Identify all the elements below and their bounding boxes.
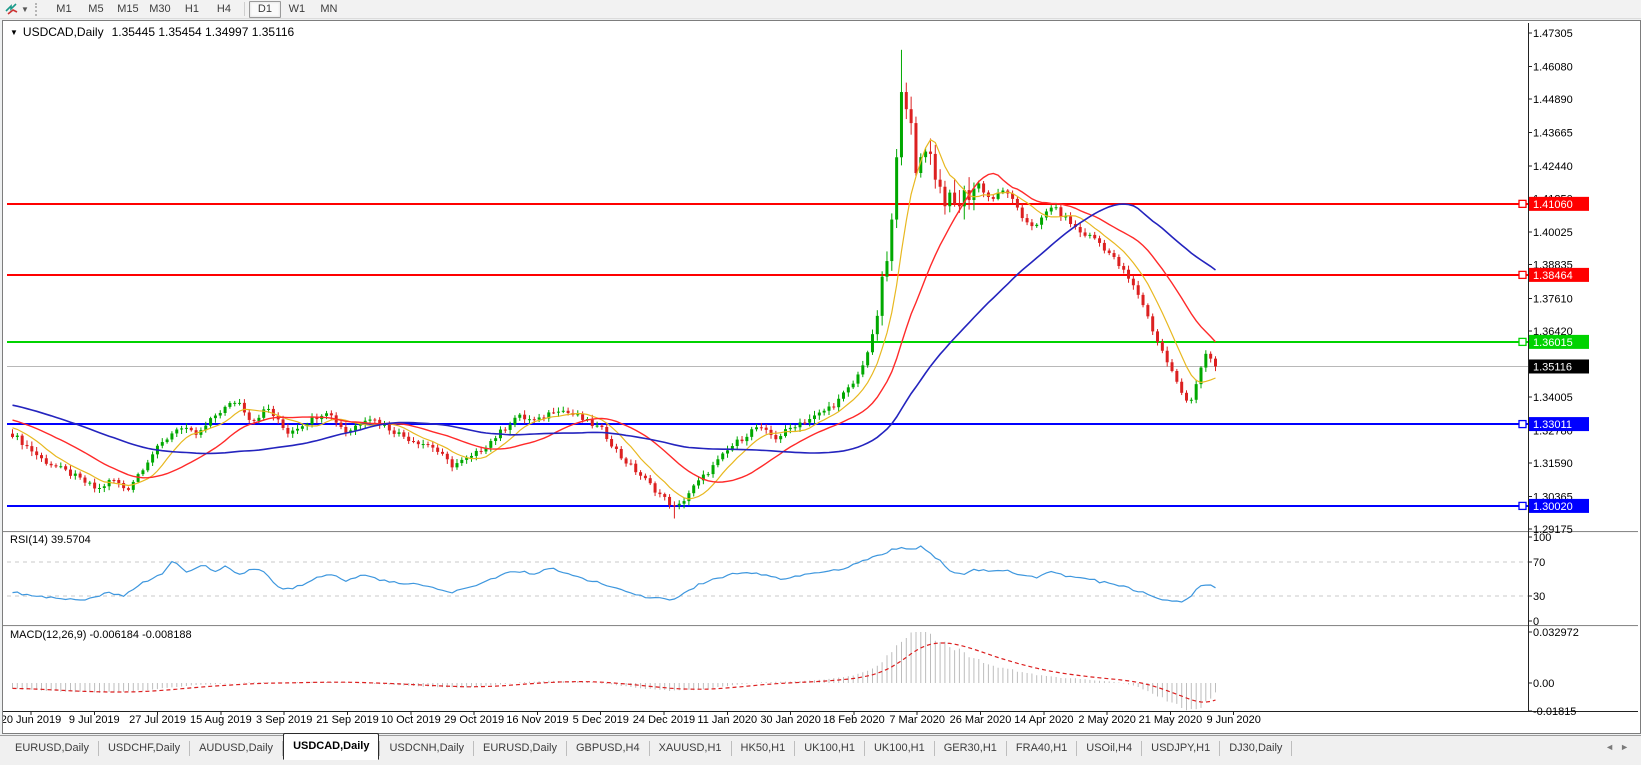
chart-canvas[interactable]: 1.473051.460801.448901.436651.424401.412… (3, 21, 1638, 731)
svg-text:70: 70 (1533, 557, 1545, 569)
tab-scroll-arrows: ◄► (1605, 742, 1635, 752)
tab-scroll-left-icon[interactable]: ◄ (1605, 742, 1620, 752)
svg-text:18 Feb 2020: 18 Feb 2020 (823, 714, 885, 726)
tab-eurusd-daily[interactable]: EURUSD,Daily (6, 737, 98, 759)
tab-usoil-h4[interactable]: USOil,H4 (1077, 737, 1141, 759)
svg-text:1.30020: 1.30020 (1533, 501, 1573, 513)
svg-text:11 Jan 2020: 11 Jan 2020 (697, 714, 757, 726)
timeframe-button-M30[interactable]: M30 (144, 1, 176, 18)
svg-text:1.44890: 1.44890 (1533, 94, 1573, 106)
svg-text:-0.01815: -0.01815 (1533, 706, 1576, 718)
rsi-indicator-label: RSI(14) 39.5704 (10, 534, 91, 546)
svg-text:1.41060: 1.41060 (1533, 199, 1573, 211)
svg-text:30: 30 (1533, 591, 1545, 603)
svg-text:21 May 2020: 21 May 2020 (1139, 714, 1203, 726)
svg-text:1.38464: 1.38464 (1533, 270, 1573, 282)
tab-xauusd-h1[interactable]: XAUUSD,H1 (650, 737, 731, 759)
svg-text:10 Oct 2019: 10 Oct 2019 (381, 714, 441, 726)
svg-text:1.42440: 1.42440 (1533, 161, 1573, 173)
toolbar-grip[interactable] (34, 2, 42, 16)
svg-text:15 Aug 2019: 15 Aug 2019 (190, 714, 252, 726)
chart-tabs: EURUSD,Daily USDCHF,Daily AUDUSD,Daily USDC… (0, 733, 1293, 760)
svg-text:1.46080: 1.46080 (1533, 62, 1573, 74)
svg-text:24 Dec 2019: 24 Dec 2019 (633, 714, 695, 726)
svg-text:3 Sep 2019: 3 Sep 2019 (256, 714, 312, 726)
tab-ger30-h1[interactable]: GER30,H1 (935, 737, 1006, 759)
svg-text:20 Jun 2019: 20 Jun 2019 (3, 714, 61, 726)
tab-audusd-daily[interactable]: AUDUSD,Daily (190, 737, 282, 759)
timeframe-button-W1[interactable]: W1 (281, 1, 313, 18)
svg-text:29 Oct 2019: 29 Oct 2019 (444, 714, 504, 726)
toolbar-separator (243, 2, 245, 16)
timeframe-button-M5[interactable]: M5 (80, 1, 112, 18)
svg-text:1.47305: 1.47305 (1533, 28, 1573, 40)
svg-text:27 Jul 2019: 27 Jul 2019 (129, 714, 186, 726)
timeframe-button-group: M1 M5 M15 M30 H1 H4 D1 W1 MN (48, 0, 345, 18)
chart-title: ▼ USDCAD,Daily 1.35445 1.35454 1.34997 1.3… (10, 25, 294, 39)
svg-text:1.34005: 1.34005 (1533, 392, 1573, 404)
svg-text:26 Mar 2020: 26 Mar 2020 (950, 714, 1012, 726)
svg-text:1.43665: 1.43665 (1533, 128, 1573, 140)
chart-tab-bar: EURUSD,Daily USDCHF,Daily AUDUSD,Daily USDC… (0, 733, 1641, 763)
svg-text:16 Nov 2019: 16 Nov 2019 (506, 714, 568, 726)
dropdown-arrow-icon[interactable]: ▼ (21, 5, 29, 14)
svg-text:21 Sep 2019: 21 Sep 2019 (316, 714, 378, 726)
tab-scroll-right-icon[interactable]: ► (1620, 742, 1635, 752)
tab-fra40-h1[interactable]: FRA40,H1 (1007, 737, 1076, 759)
tab-dj30-daily[interactable]: DJ30,Daily (1220, 737, 1291, 759)
svg-text:2 May 2020: 2 May 2020 (1078, 714, 1135, 726)
top-toolbar: ▼ M1 M5 M15 M30 H1 H4 D1 W1 MN (0, 0, 1641, 19)
chart-ohlc-values: 1.35445 1.35454 1.34997 1.35116 (111, 25, 295, 39)
svg-text:9 Jun 2020: 9 Jun 2020 (1206, 714, 1260, 726)
svg-text:7 Mar 2020: 7 Mar 2020 (889, 714, 945, 726)
timeframe-button-M1[interactable]: M1 (48, 1, 80, 18)
svg-text:9 Jul 2019: 9 Jul 2019 (69, 714, 120, 726)
svg-text:30 Jan 2020: 30 Jan 2020 (760, 714, 821, 726)
tab-usdchf-daily[interactable]: USDCHF,Daily (99, 737, 189, 759)
tab-usdjpy-h1[interactable]: USDJPY,H1 (1142, 737, 1219, 759)
timeframe-button-D1[interactable]: D1 (248, 0, 281, 18)
timeframe-button-M15[interactable]: M15 (112, 1, 144, 18)
svg-text:1.40025: 1.40025 (1533, 227, 1573, 239)
svg-text:1.36015: 1.36015 (1533, 337, 1573, 349)
svg-text:0.00: 0.00 (1533, 678, 1554, 690)
svg-text:1.35116: 1.35116 (1533, 361, 1572, 373)
timeframe-button-MN[interactable]: MN (313, 1, 345, 18)
tab-usdcnh-daily[interactable]: USDCNH,Daily (380, 737, 473, 759)
svg-text:1.31590: 1.31590 (1533, 458, 1573, 470)
tab-gbpusd-h4[interactable]: GBPUSD,H4 (567, 737, 649, 759)
timeframe-button-H4[interactable]: H4 (208, 1, 240, 18)
timeframe-button-H1[interactable]: H1 (176, 1, 208, 18)
charts-toolbar-icon[interactable] (3, 2, 21, 16)
tab-separator (1291, 740, 1293, 756)
svg-text:5 Dec 2019: 5 Dec 2019 (573, 714, 629, 726)
svg-text:100: 100 (1533, 532, 1551, 544)
tab-uk100-h1[interactable]: UK100,H1 (795, 737, 864, 759)
svg-text:14 Apr 2020: 14 Apr 2020 (1014, 714, 1073, 726)
tab-uk100-h1[interactable]: UK100,H1 (865, 737, 934, 759)
svg-text:1.37610: 1.37610 (1533, 293, 1573, 305)
svg-text:1.33011: 1.33011 (1533, 419, 1572, 431)
svg-text:0.032972: 0.032972 (1533, 627, 1579, 639)
chart-window: 1.473051.460801.448901.436651.424401.412… (2, 20, 1641, 734)
tab-eurusd-daily[interactable]: EURUSD,Daily (474, 737, 566, 759)
tab-usdcad-daily[interactable]: USDCAD,Daily (283, 733, 380, 760)
chart-symbol-dropdown-icon[interactable]: ▼ (10, 28, 18, 37)
tab-hk50-h1[interactable]: HK50,H1 (732, 737, 795, 759)
chart-symbol-label: USDCAD,Daily (22, 25, 104, 39)
macd-indicator-label: MACD(12,26,9) -0.006184 -0.008188 (10, 629, 192, 641)
